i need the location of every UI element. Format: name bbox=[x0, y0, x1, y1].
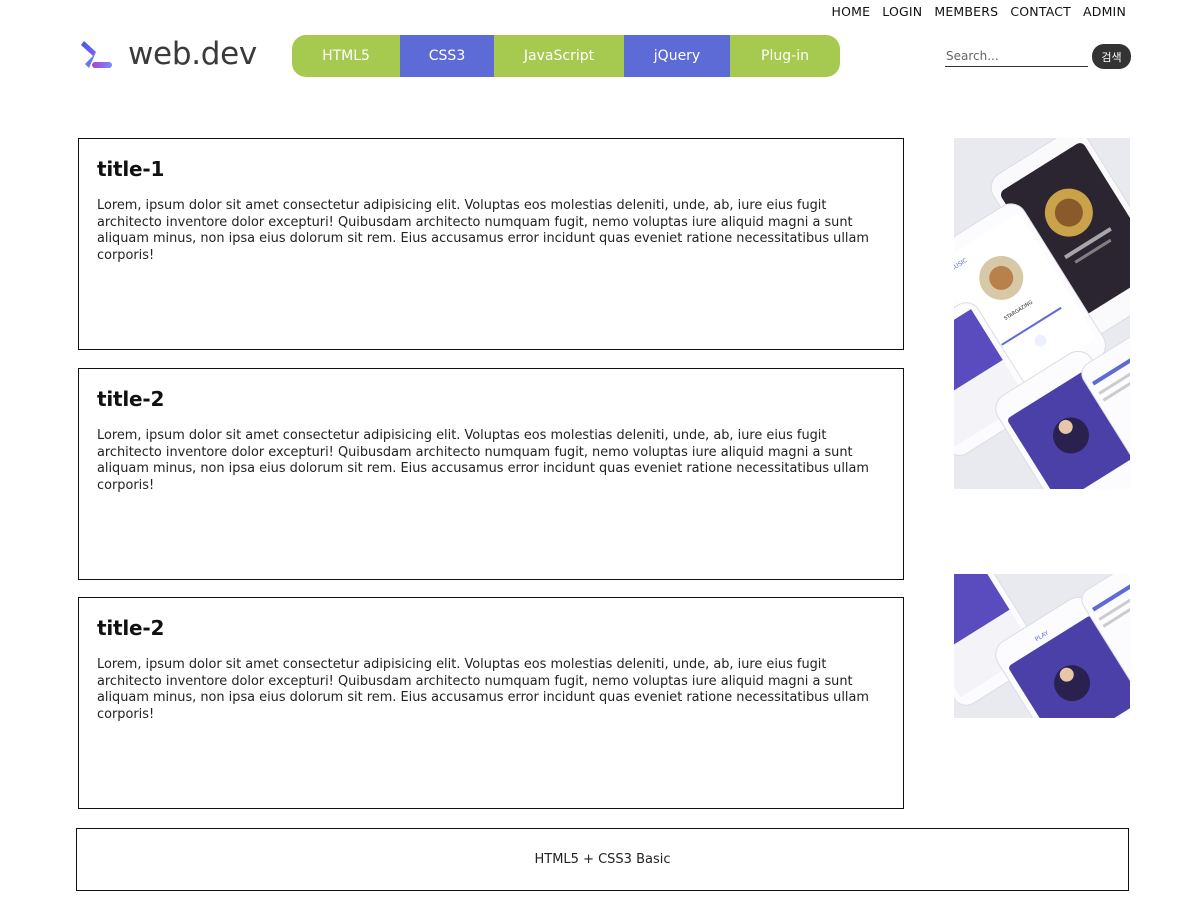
nav-html5[interactable]: HTML5 bbox=[292, 35, 400, 77]
main-nav: HTML5 CSS3 JavaScript jQuery Plug-in bbox=[292, 35, 840, 77]
site-logo[interactable]: web.dev bbox=[80, 36, 257, 72]
phone-mockup-image: MUSIC STARGAZING bbox=[954, 138, 1130, 489]
article-1: title-1 Lorem, ipsum dolor sit amet cons… bbox=[78, 138, 904, 350]
search-button[interactable]: 검색 bbox=[1092, 44, 1131, 69]
article-title: title-2 bbox=[97, 616, 165, 640]
chevron-logo-icon bbox=[81, 41, 112, 68]
side-image-phones: MUSIC STARGAZING bbox=[954, 138, 1130, 489]
util-nav-contact[interactable]: CONTACT bbox=[1010, 4, 1071, 19]
footer-text: HTML5 + CSS3 Basic bbox=[534, 852, 671, 867]
phone-mockup-image-2: PLAY bbox=[954, 574, 1130, 718]
util-nav-home[interactable]: HOME bbox=[832, 4, 871, 19]
search-form: 검색 bbox=[945, 44, 1131, 69]
util-nav-members[interactable]: MEMBERS bbox=[934, 4, 998, 19]
article-title: title-1 bbox=[97, 157, 165, 181]
footer: HTML5 + CSS3 Basic bbox=[76, 828, 1129, 891]
nav-jquery[interactable]: jQuery bbox=[624, 35, 730, 77]
article-3: title-2 Lorem, ipsum dolor sit amet cons… bbox=[78, 597, 904, 809]
nav-css3[interactable]: CSS3 bbox=[400, 35, 494, 77]
logo-text: web.dev bbox=[128, 36, 257, 72]
utility-nav: HOME LOGIN MEMBERS CONTACT ADMIN bbox=[832, 4, 1126, 19]
util-nav-login[interactable]: LOGIN bbox=[882, 4, 922, 19]
search-input[interactable] bbox=[945, 46, 1088, 67]
nav-plugin[interactable]: Plug-in bbox=[730, 35, 840, 77]
nav-javascript[interactable]: JavaScript bbox=[494, 35, 624, 77]
util-nav-admin[interactable]: ADMIN bbox=[1083, 4, 1126, 19]
article-body: Lorem, ipsum dolor sit amet consectetur … bbox=[97, 198, 869, 263]
article-title: title-2 bbox=[97, 387, 165, 411]
article-body: Lorem, ipsum dolor sit amet consectetur … bbox=[97, 657, 869, 722]
side-image-phones-2: PLAY bbox=[954, 574, 1130, 718]
article-2: title-2 Lorem, ipsum dolor sit amet cons… bbox=[78, 368, 904, 580]
article-body: Lorem, ipsum dolor sit amet consectetur … bbox=[97, 428, 869, 493]
